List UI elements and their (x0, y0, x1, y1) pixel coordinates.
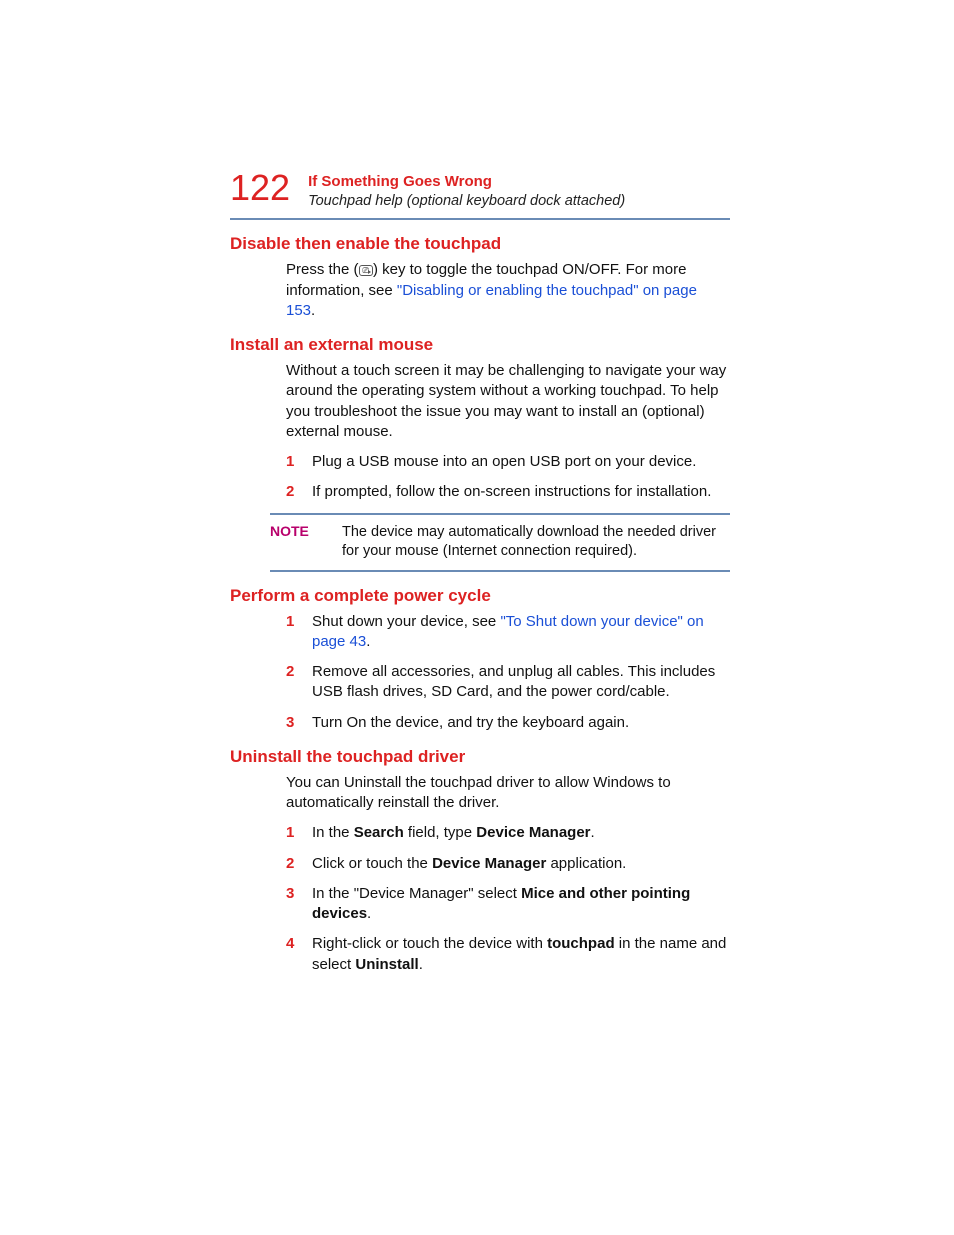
paragraph: Without a touch screen it may be challen… (286, 361, 730, 442)
bold-text: Uninstall (355, 956, 418, 973)
page-number: 122 (230, 170, 290, 206)
list-item: 1 In the Search field, type Device Manag… (286, 823, 730, 843)
bold-text: Search (354, 824, 404, 841)
text-fragment: field, type (404, 824, 477, 841)
list-number: 1 (286, 452, 312, 472)
list-item: 2 If prompted, follow the on-screen inst… (286, 482, 730, 502)
list-item: 1 Plug a USB mouse into an open USB port… (286, 452, 730, 472)
list-number: 4 (286, 934, 312, 975)
text-fragment: application. (546, 855, 626, 872)
text-fragment: . (591, 824, 595, 841)
list-item: 3 Turn On the device, and try the keyboa… (286, 713, 730, 733)
list-number: 2 (286, 482, 312, 502)
manual-page: 122 If Something Goes Wrong Touchpad hel… (230, 170, 730, 985)
list-text: In the "Device Manager" select Mice and … (312, 884, 730, 925)
touchpad-key-icon: ⎚ (359, 265, 373, 276)
list-text: Turn On the device, and try the keyboard… (312, 713, 730, 733)
list-text: In the Search field, type Device Manager… (312, 823, 730, 843)
list-number: 1 (286, 612, 312, 653)
text-fragment: Press the ( (286, 261, 359, 278)
header-rule (230, 218, 730, 220)
paragraph: Press the (⎚) key to toggle the touchpad… (286, 260, 730, 321)
ordered-list: 1 Plug a USB mouse into an open USB port… (286, 452, 730, 503)
section-body: 1 Shut down your device, see "To Shut do… (286, 612, 730, 733)
chapter-title: If Something Goes Wrong (308, 172, 625, 192)
section-body: You can Uninstall the touchpad driver to… (286, 773, 730, 975)
page-header: 122 If Something Goes Wrong Touchpad hel… (230, 170, 730, 210)
heading-install-mouse: Install an external mouse (230, 335, 730, 355)
ordered-list: 1 Shut down your device, see "To Shut do… (286, 612, 730, 733)
ordered-list: 1 In the Search field, type Device Manag… (286, 823, 730, 975)
bold-text: Device Manager (432, 855, 546, 872)
note-rule-top (270, 513, 730, 515)
bold-text: Device Manager (476, 824, 590, 841)
list-number: 3 (286, 884, 312, 925)
header-text: If Something Goes Wrong Touchpad help (o… (308, 170, 625, 210)
list-text: Click or touch the Device Manager applic… (312, 854, 730, 874)
text-fragment: Shut down your device, see (312, 613, 500, 630)
list-text: Remove all accessories, and unplug all c… (312, 662, 730, 703)
note-label: NOTE (270, 523, 342, 562)
section-body: Without a touch screen it may be challen… (286, 361, 730, 503)
list-text: Shut down your device, see "To Shut down… (312, 612, 730, 653)
list-item: 2 Click or touch the Device Manager appl… (286, 854, 730, 874)
note-row: NOTE The device may automatically downlo… (270, 523, 730, 562)
list-item: 1 Shut down your device, see "To Shut do… (286, 612, 730, 653)
list-text: If prompted, follow the on-screen instru… (312, 482, 730, 502)
text-fragment: . (366, 633, 370, 650)
list-text: Right-click or touch the device with tou… (312, 934, 730, 975)
heading-uninstall-driver: Uninstall the touchpad driver (230, 747, 730, 767)
list-item: 4 Right-click or touch the device with t… (286, 934, 730, 975)
text-fragment: Click or touch the (312, 855, 432, 872)
section-body: Press the (⎚) key to toggle the touchpad… (286, 260, 730, 321)
text-fragment: Right-click or touch the device with (312, 935, 547, 952)
list-item: 3 In the "Device Manager" select Mice an… (286, 884, 730, 925)
note-text: The device may automatically download th… (342, 523, 730, 562)
list-number: 2 (286, 662, 312, 703)
text-fragment: . (311, 302, 315, 319)
text-fragment: . (367, 905, 371, 922)
note-block: NOTE The device may automatically downlo… (270, 513, 730, 572)
text-fragment: In the (312, 824, 354, 841)
list-text: Plug a USB mouse into an open USB port o… (312, 452, 730, 472)
list-item: 2 Remove all accessories, and unplug all… (286, 662, 730, 703)
list-number: 2 (286, 854, 312, 874)
text-fragment: . (419, 956, 423, 973)
heading-disable-enable: Disable then enable the touchpad (230, 234, 730, 254)
heading-power-cycle: Perform a complete power cycle (230, 586, 730, 606)
note-rule-bottom (270, 570, 730, 572)
text-fragment: In the "Device Manager" select (312, 885, 521, 902)
list-number: 3 (286, 713, 312, 733)
list-number: 1 (286, 823, 312, 843)
bold-text: touchpad (547, 935, 615, 952)
section-subtitle: Touchpad help (optional keyboard dock at… (308, 192, 625, 211)
paragraph: You can Uninstall the touchpad driver to… (286, 773, 730, 814)
